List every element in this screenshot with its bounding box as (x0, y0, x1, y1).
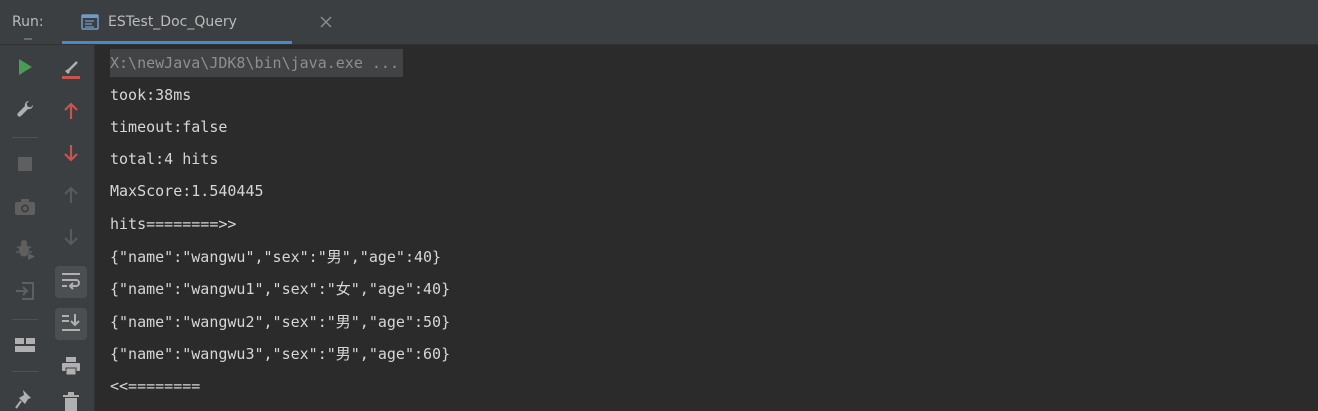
console-command-line: X:\newJava\JDK8\bin\java.exe ... (110, 49, 403, 77)
up-arrow-icon (62, 101, 80, 125)
run-toolbar-primary (0, 45, 50, 411)
console-line: took:38ms (110, 86, 192, 104)
exit-icon (14, 280, 36, 306)
debug-button[interactable] (9, 235, 41, 267)
console-line: {"name":"wangwu2","sex":"男","age":50} (110, 313, 451, 331)
clear-icon (60, 58, 82, 84)
dump-threads-button[interactable] (9, 193, 41, 225)
console-line: total:4 hits (110, 150, 219, 168)
pin-tab-button[interactable] (9, 385, 41, 411)
up-button-disabled[interactable] (55, 181, 87, 213)
tab-active-indicator (62, 41, 292, 44)
previous-occurrence-button[interactable] (55, 97, 87, 129)
debug-icon (14, 238, 36, 264)
console-line: <<======== (110, 377, 201, 395)
delete-button[interactable] (55, 388, 87, 411)
toolbar-separator (12, 137, 38, 138)
toolbar-separator (12, 319, 38, 320)
down-arrow-disabled-icon (62, 227, 80, 251)
console-line: MaxScore:1.540445 (110, 182, 264, 200)
console-line: timeout:false (110, 118, 228, 136)
next-occurrence-button[interactable] (55, 139, 87, 171)
layout-icon (14, 336, 36, 358)
up-arrow-disabled-icon (62, 185, 80, 209)
trash-icon (61, 391, 81, 411)
console-tab-icon (80, 12, 100, 32)
rerun-icon (15, 57, 35, 81)
run-toolbar-secondary (50, 45, 95, 411)
run-tool-window: Run: ESTest_Doc_Query X:\newJava\JDK8\bi… (0, 0, 1318, 411)
down-arrow-icon (62, 143, 80, 167)
console-line: {"name":"wangwu1","sex":"女","age":40} (110, 280, 451, 298)
pin-icon (15, 388, 35, 411)
console-output[interactable]: X:\newJava\JDK8\bin\java.exe ... took:38… (95, 45, 1318, 411)
soft-wrap-icon (60, 270, 82, 294)
scroll-to-end-toggle[interactable] (55, 308, 87, 340)
camera-icon (14, 197, 36, 221)
print-icon (60, 355, 82, 381)
header-marker (24, 38, 32, 40)
toolbar-separator (12, 371, 38, 372)
stop-button[interactable] (9, 150, 41, 182)
scroll-to-end-icon (60, 312, 82, 336)
stop-icon (16, 155, 34, 177)
clear-all-button[interactable] (55, 55, 87, 87)
console-line: {"name":"wangwu3","sex":"男","age":60} (110, 345, 451, 363)
console-line: hits========>> (110, 215, 237, 233)
tab-estest-doc-query[interactable]: ESTest_Doc_Query (62, 0, 332, 44)
exit-button[interactable] (9, 277, 41, 309)
restore-layout-button[interactable] (9, 331, 41, 363)
edit-configuration-button[interactable] (9, 95, 41, 127)
down-button-disabled[interactable] (55, 223, 87, 255)
soft-wrap-toggle[interactable] (55, 266, 87, 298)
tab-label: ESTest_Doc_Query (108, 14, 237, 30)
wrench-icon (15, 99, 35, 123)
close-icon[interactable] (318, 14, 334, 30)
print-button[interactable] (55, 352, 87, 384)
rerun-button[interactable] (9, 53, 41, 85)
console-line: {"name":"wangwu","sex":"男","age":40} (110, 248, 442, 266)
run-label: Run: (12, 14, 44, 30)
run-header: Run: ESTest_Doc_Query (0, 0, 1318, 45)
